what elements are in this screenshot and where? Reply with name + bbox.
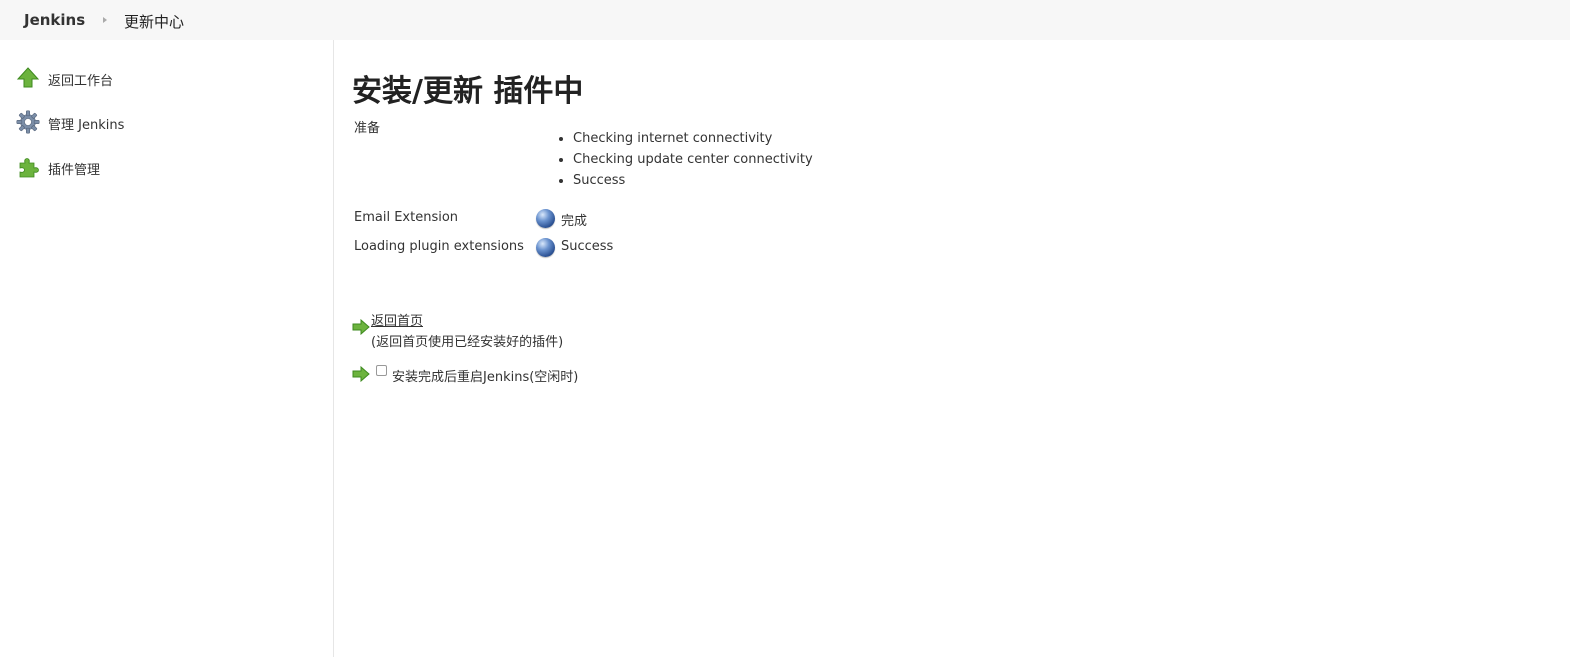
back-to-home-description: (返回首页使用已经安装好的插件) <box>371 335 564 350</box>
right-arrow-icon <box>352 319 370 335</box>
job-row-loading-extensions: Loading plugin extensions Success <box>354 237 1054 259</box>
sidebar: 返回工作台 管理 Jenkins 插件管理 <box>0 40 334 657</box>
sidebar-item-back-dashboard[interactable]: 返回工作台 <box>16 66 316 92</box>
blue-ball-icon <box>536 238 555 257</box>
gear-icon <box>16 110 40 134</box>
breadcrumb-chevron-icon[interactable] <box>103 17 107 23</box>
back-to-home-link[interactable]: 返回首页 <box>371 310 423 329</box>
breadcrumb-update-center-link[interactable]: 更新中心 <box>124 11 184 32</box>
list-item: Checking internet connectivity <box>573 128 813 149</box>
prepare-label: 准备 <box>354 121 381 136</box>
blue-ball-icon <box>536 209 555 228</box>
restart-after-install-checkbox[interactable] <box>376 365 387 376</box>
puzzle-icon <box>19 158 39 178</box>
sidebar-item-label: 返回工作台 <box>48 74 114 89</box>
sidebar-item-plugin-manager[interactable]: 插件管理 <box>16 155 316 181</box>
main-panel: 安装/更新 插件中 准备 Checking internet connectiv… <box>352 40 1542 657</box>
up-arrow-icon <box>16 67 40 88</box>
restart-after-install-label[interactable]: 安装完成后重启Jenkins(空闲时) <box>392 366 578 385</box>
scrollbar-track[interactable] <box>1556 40 1570 657</box>
job-name: Loading plugin extensions <box>354 239 524 254</box>
list-item: Checking update center connectivity <box>573 149 813 170</box>
breadcrumb-jenkins-link[interactable]: Jenkins <box>24 11 85 29</box>
job-status: Success <box>561 239 614 254</box>
job-status: 完成 <box>561 214 588 229</box>
connectivity-check-list: Checking internet connectivity Checking … <box>557 128 813 191</box>
sidebar-item-label: 管理 Jenkins <box>48 118 125 133</box>
list-item: Success <box>573 170 813 191</box>
page-title: 安装/更新 插件中 <box>352 74 584 109</box>
sidebar-item-manage-jenkins[interactable]: 管理 Jenkins <box>16 110 316 136</box>
job-row-email-extension: Email Extension 完成 <box>354 208 1054 230</box>
sidebar-item-label: 插件管理 <box>48 163 101 178</box>
job-name: Email Extension <box>354 210 459 225</box>
breadcrumb: Jenkins 更新中心 <box>0 0 1570 40</box>
right-arrow-icon <box>352 366 370 382</box>
